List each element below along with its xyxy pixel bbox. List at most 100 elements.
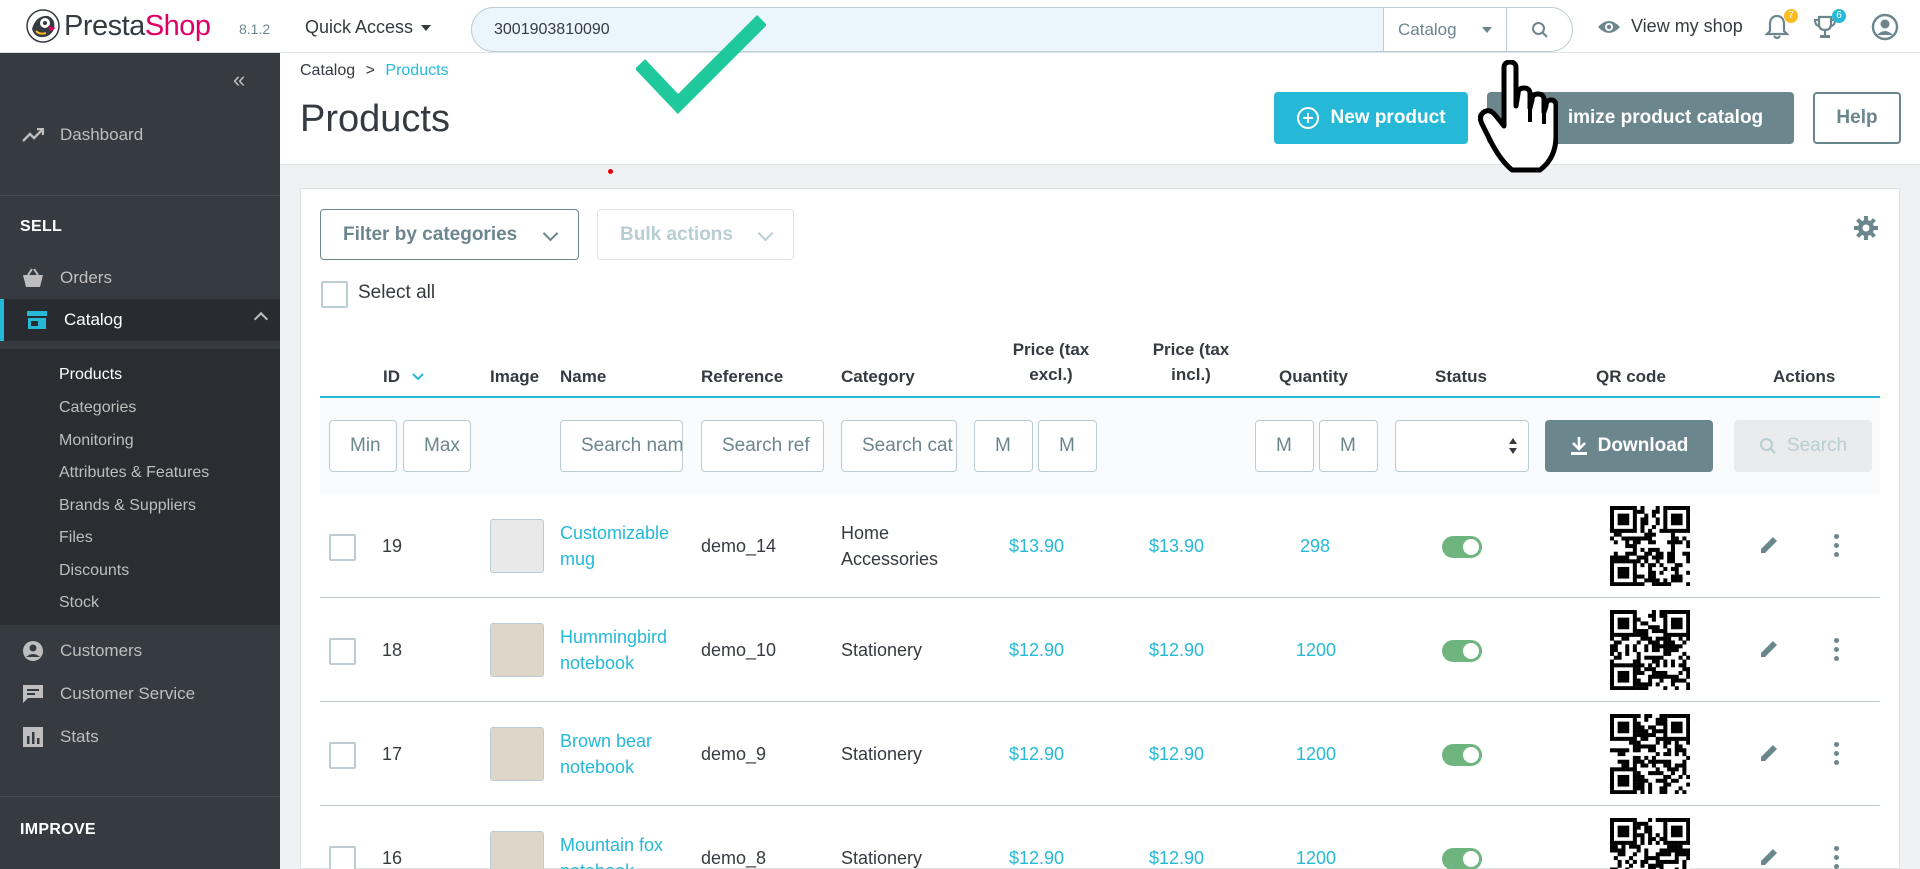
price-excl[interactable]: $12.90 bbox=[1009, 845, 1064, 869]
search-filter-button[interactable]: Search bbox=[1734, 420, 1872, 472]
column-header-image: Image bbox=[490, 367, 540, 386]
submenu-categories[interactable]: Categories bbox=[59, 399, 136, 417]
edit-icon[interactable] bbox=[1758, 534, 1780, 561]
row-checkbox[interactable] bbox=[329, 846, 356, 869]
more-actions-icon[interactable] bbox=[1834, 638, 1840, 665]
column-header-name[interactable]: Name bbox=[560, 364, 606, 389]
notifications-bell[interactable]: 7 bbox=[1764, 9, 1798, 43]
collapse-sidebar-icon[interactable]: « bbox=[233, 67, 245, 93]
price-excl[interactable]: $12.90 bbox=[1009, 637, 1064, 663]
breadcrumb-separator: > bbox=[365, 62, 375, 79]
new-product-button[interactable]: New product bbox=[1274, 92, 1468, 144]
sidebar-item-stats[interactable]: Stats bbox=[0, 716, 280, 758]
download-button[interactable]: Download bbox=[1545, 420, 1713, 472]
product-name-link[interactable]: Mountain fox notebook bbox=[560, 832, 663, 869]
row-checkbox[interactable] bbox=[329, 534, 356, 561]
sidebar-item-label: Orders bbox=[60, 268, 112, 287]
column-header-category[interactable]: Category bbox=[841, 364, 915, 389]
store-icon bbox=[24, 308, 50, 332]
sidebar-item-orders[interactable]: Orders bbox=[0, 257, 280, 299]
name-line: Customizable bbox=[560, 523, 670, 543]
chevron-up-icon bbox=[253, 311, 269, 327]
status-toggle[interactable] bbox=[1442, 744, 1482, 766]
quantity[interactable]: 298 bbox=[1300, 533, 1330, 559]
reference-filter[interactable]: Search ref bbox=[701, 420, 824, 472]
price-min-filter[interactable]: M bbox=[974, 420, 1033, 472]
edit-icon[interactable] bbox=[1758, 846, 1780, 869]
page-header: Catalog > Products Products New product … bbox=[280, 53, 1920, 165]
orders-notification[interactable]: 6 bbox=[1812, 9, 1846, 43]
status-toggle[interactable] bbox=[1442, 536, 1482, 558]
column-header-quantity[interactable]: Quantity bbox=[1279, 364, 1348, 389]
status-toggle[interactable] bbox=[1442, 848, 1482, 869]
quantity[interactable]: 1200 bbox=[1296, 741, 1336, 767]
column-header-actions: Actions bbox=[1773, 367, 1836, 386]
row-checkbox[interactable] bbox=[329, 742, 356, 769]
submenu-brands[interactable]: Brands & Suppliers bbox=[59, 497, 196, 515]
sidebar-item-customer-service[interactable]: Customer Service bbox=[0, 673, 280, 715]
filter-by-categories-button[interactable]: Filter by categories bbox=[320, 209, 579, 260]
price-excl[interactable]: $12.90 bbox=[1009, 741, 1064, 767]
price-excl[interactable]: $13.90 bbox=[1009, 533, 1064, 559]
search-scope-select[interactable]: Catalog bbox=[1383, 8, 1506, 51]
search-icon bbox=[1531, 21, 1548, 38]
submenu-stock[interactable]: Stock bbox=[59, 594, 99, 612]
id-min-filter[interactable]: Min bbox=[329, 420, 397, 472]
view-my-shop-link[interactable]: View my shop bbox=[1597, 16, 1743, 37]
help-button[interactable]: Help bbox=[1813, 92, 1901, 144]
product-name-link[interactable]: Customizable mug bbox=[560, 520, 669, 572]
breadcrumb-products[interactable]: Products bbox=[385, 62, 448, 79]
status-toggle[interactable] bbox=[1442, 640, 1482, 662]
submenu-discounts[interactable]: Discounts bbox=[59, 562, 129, 580]
breadcrumb-catalog[interactable]: Catalog bbox=[300, 62, 355, 79]
product-category: Stationery bbox=[841, 848, 923, 868]
quick-access-dropdown[interactable]: Quick Access bbox=[305, 17, 432, 38]
name-filter[interactable]: Search name bbox=[560, 420, 683, 472]
table-row: 16 Mountain fox notebook demo_8 Stationer… bbox=[320, 806, 1880, 869]
price-incl[interactable]: $13.90 bbox=[1149, 533, 1204, 559]
sidebar-item-dashboard[interactable]: Dashboard bbox=[0, 114, 280, 156]
submenu-products[interactable]: Products bbox=[59, 366, 122, 384]
select-all-checkbox[interactable] bbox=[321, 281, 348, 308]
price-incl[interactable]: $12.90 bbox=[1149, 741, 1204, 767]
price-incl[interactable]: $12.90 bbox=[1149, 637, 1204, 663]
sidebar: « Dashboard SELL Orders Catalog Products… bbox=[0, 53, 280, 869]
column-header-id[interactable]: ID bbox=[383, 364, 424, 389]
quantity[interactable]: 1200 bbox=[1296, 845, 1336, 869]
submenu-attributes[interactable]: Attributes & Features bbox=[59, 464, 209, 482]
qr-code bbox=[1610, 818, 1691, 869]
submenu-files[interactable]: Files bbox=[59, 529, 93, 547]
search-input[interactable] bbox=[472, 8, 1383, 51]
column-header-price-incl[interactable]: Price (tax incl.) bbox=[1131, 337, 1251, 387]
product-name-link[interactable]: Brown bear notebook bbox=[560, 728, 652, 780]
more-actions-icon[interactable] bbox=[1834, 846, 1840, 869]
id-max-filter[interactable]: Max bbox=[403, 420, 471, 472]
sidebar-item-customers[interactable]: Customers bbox=[0, 630, 280, 672]
caret-down-icon bbox=[1482, 26, 1492, 33]
account-avatar-icon[interactable] bbox=[1871, 13, 1899, 46]
status-filter-select[interactable] bbox=[1395, 420, 1529, 472]
bulk-actions-button[interactable]: Bulk actions bbox=[597, 209, 794, 260]
category-filter[interactable]: Search cat bbox=[841, 420, 957, 472]
column-header-price-excl[interactable]: Price (tax excl.) bbox=[991, 337, 1111, 387]
row-checkbox[interactable] bbox=[329, 638, 356, 665]
price-max-filter[interactable]: M bbox=[1038, 420, 1097, 472]
quantity[interactable]: 1200 bbox=[1296, 637, 1336, 663]
category-line: Home bbox=[841, 523, 890, 543]
price-incl[interactable]: $12.90 bbox=[1149, 845, 1204, 869]
more-actions-icon[interactable] bbox=[1834, 534, 1840, 561]
column-header-reference[interactable]: Reference bbox=[701, 364, 783, 389]
sidebar-item-catalog[interactable]: Catalog bbox=[0, 299, 280, 341]
edit-icon[interactable] bbox=[1758, 638, 1780, 665]
search-button[interactable] bbox=[1506, 8, 1572, 51]
quantity-max-filter[interactable]: M bbox=[1319, 420, 1378, 472]
more-actions-icon[interactable] bbox=[1834, 742, 1840, 769]
submenu-monitoring[interactable]: Monitoring bbox=[59, 432, 134, 450]
edit-icon[interactable] bbox=[1758, 742, 1780, 769]
quantity-min-filter[interactable]: M bbox=[1255, 420, 1314, 472]
chevron-down-icon bbox=[542, 225, 559, 242]
prestashop-logo[interactable]: PrestaShop bbox=[26, 9, 211, 43]
gear-icon[interactable] bbox=[1853, 215, 1879, 246]
product-name-link[interactable]: Hummingbird notebook bbox=[560, 624, 667, 676]
column-header-status[interactable]: Status bbox=[1435, 364, 1487, 389]
